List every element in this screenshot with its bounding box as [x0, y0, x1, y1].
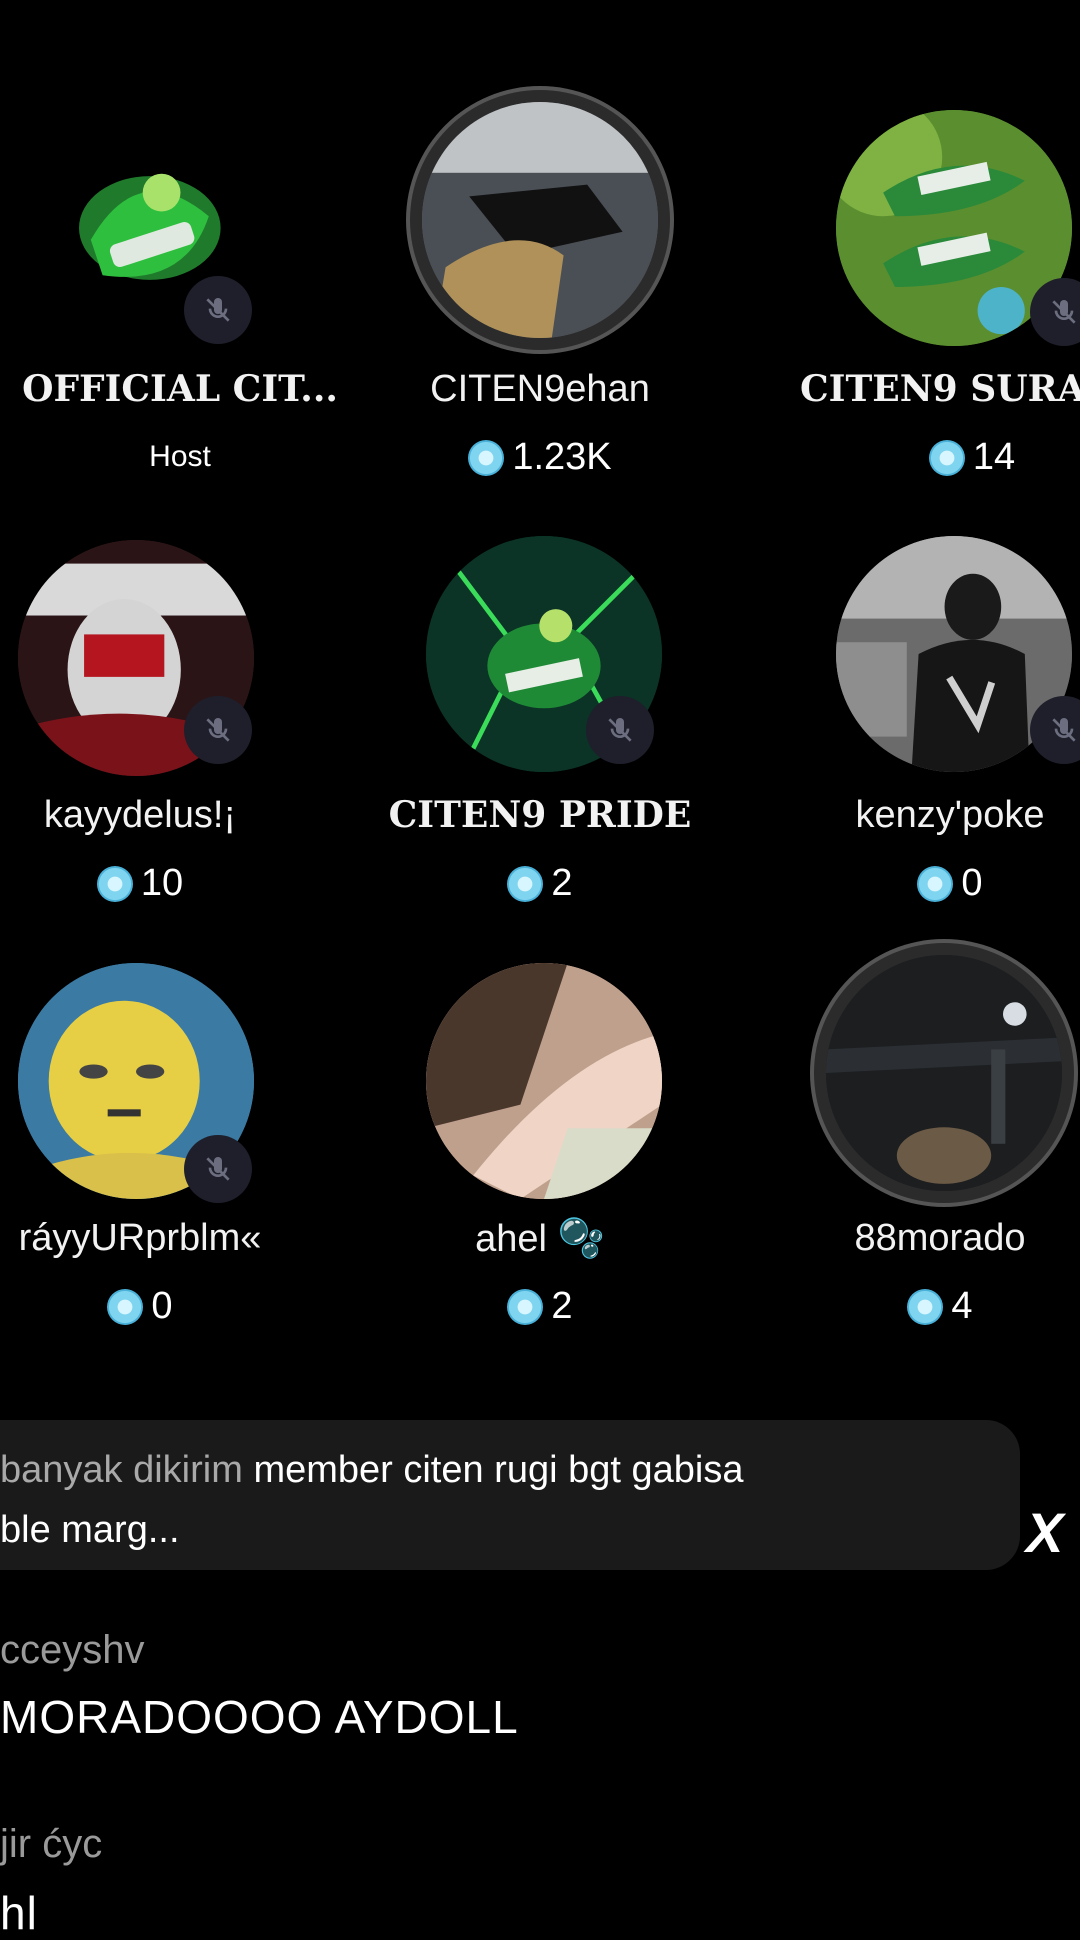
guest-cell-5[interactable]: CITEN9 PRIDE 2 — [360, 430, 720, 904]
guest-cell-9[interactable]: 88morado 4 — [720, 855, 1080, 1327]
chat-username[interactable]: jir ćyc — [0, 1822, 102, 1867]
side-mark: X — [1026, 1501, 1064, 1564]
guest-cell-6[interactable]: kenzy'poke 0 — [720, 430, 1080, 904]
guest-name: 88morado — [854, 1217, 1026, 1259]
avatar[interactable] — [426, 963, 662, 1199]
guest-cell-3[interactable]: CITEN9 SURA.. 14 — [720, 0, 1080, 478]
guest-name: kenzy'poke — [855, 794, 1045, 836]
avatar[interactable] — [422, 102, 658, 338]
guest-name: CITEN9 PRIDE — [388, 794, 692, 836]
guest-cell-4[interactable]: kayydelus!¡ 10 — [0, 430, 360, 904]
diamond-count: 4 — [760, 1285, 1080, 1328]
diamond-count: 2 — [360, 1285, 720, 1328]
mic-muted-icon — [184, 276, 252, 344]
mic-muted-icon — [184, 696, 252, 764]
chat-username[interactable]: cceyshv — [0, 1628, 145, 1673]
guest-name: kayydelus!¡ — [43, 794, 237, 836]
mic-muted-icon — [184, 1135, 252, 1203]
diamond-icon — [107, 1288, 144, 1325]
guest-name: OFFICIAL CIT... — [22, 368, 338, 410]
diamond-icon — [907, 1288, 944, 1325]
guest-name: ahel 🫧 — [475, 1218, 605, 1260]
guest-cell-2[interactable]: CITEN9ehan 1.23K — [360, 0, 720, 478]
bubbles-icon: 🫧 — [557, 1218, 605, 1260]
diamond-count: 0 — [0, 1285, 320, 1328]
guest-cell-1[interactable]: OFFICIAL CIT... Host — [0, 0, 360, 473]
guest-cell-8[interactable]: ahel 🫧 2 — [360, 855, 720, 1327]
chat-message: MORADOOOO AYDOLL — [0, 1691, 519, 1743]
guest-cell-7[interactable]: ráyyURprblm« 0 — [0, 855, 360, 1327]
guest-name: CITEN9ehan — [430, 368, 650, 410]
chat-message: hl — [0, 1887, 38, 1939]
pinned-comment-text: banyak dikirim member citen rugi bgt gab… — [0, 1449, 744, 1551]
guest-grid: OFFICIAL CIT... Host CITEN9ehan 1.23K CI… — [0, 0, 1080, 1400]
guest-name: CITEN9 SURA.. — [800, 368, 1080, 410]
diamond-icon — [507, 1288, 544, 1325]
avatar[interactable] — [826, 955, 1062, 1191]
mic-muted-icon — [586, 696, 654, 764]
guest-name: ráyyURprblm« — [18, 1217, 262, 1259]
